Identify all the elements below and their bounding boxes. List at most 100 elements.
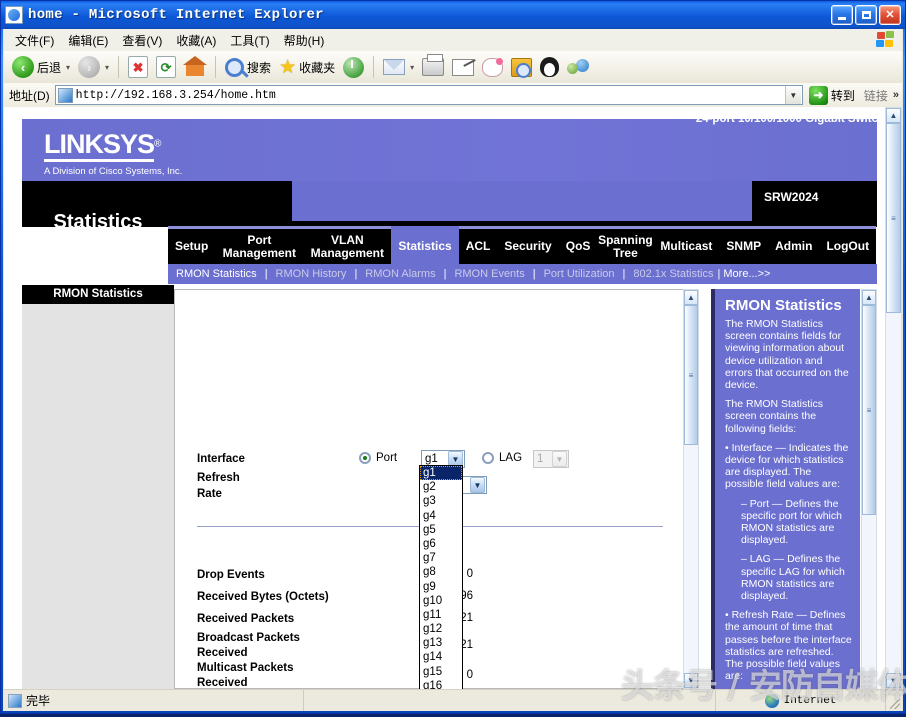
refresh-button[interactable]: ⟳ <box>152 55 180 79</box>
dropdown-option[interactable]: g14 <box>420 650 462 664</box>
nav-tab-admin[interactable]: Admin <box>768 226 820 264</box>
help-scroll-thumb[interactable]: ≡ <box>862 305 876 515</box>
chevron-down-icon[interactable]: ▼ <box>470 477 485 493</box>
nav-tab-vlan-management[interactable]: VLAN Management <box>303 226 392 264</box>
subnav-more-link[interactable]: | More...>> <box>717 268 770 280</box>
dropdown-option[interactable]: g13 <box>420 636 462 650</box>
subnav-rmon-events[interactable]: RMON Events <box>454 268 524 280</box>
resize-grip[interactable] <box>886 690 902 711</box>
dropdown-option[interactable]: g8 <box>420 565 462 579</box>
go-button[interactable]: ➜ 转到 <box>808 85 855 105</box>
forward-button[interactable]: › ▾ <box>74 55 113 79</box>
subnav-rmon-alarms[interactable]: RMON Alarms <box>365 268 435 280</box>
subnav-port-utilization[interactable]: Port Utilization <box>544 268 615 280</box>
scroll-down-icon[interactable]: ▼ <box>684 673 698 688</box>
kitty-button[interactable] <box>478 57 507 78</box>
menu-file[interactable]: 文件(F) <box>8 30 61 51</box>
subnav-rmon-history[interactable]: RMON History <box>276 268 347 280</box>
menu-view[interactable]: 查看(V) <box>115 30 169 51</box>
scroll-down-icon[interactable]: ▼ <box>886 673 901 688</box>
nav-tab-security[interactable]: Security <box>497 226 559 264</box>
dropdown-option[interactable]: g6 <box>420 537 462 551</box>
favorites-button[interactable]: ★ 收藏夹 <box>275 57 339 78</box>
dropdown-option[interactable]: g12 <box>420 622 462 636</box>
menu-favorites[interactable]: 收藏(A) <box>169 30 223 51</box>
back-button[interactable]: ‹ 后退 ▾ <box>8 55 74 79</box>
port-radio-button[interactable] <box>359 452 371 464</box>
nav-tab-spanning-tree[interactable]: Spanning Tree <box>597 226 654 264</box>
subnav-sep-5: | <box>622 268 626 280</box>
refresh-icon: ⟳ <box>156 56 177 78</box>
security-zone[interactable]: Internet <box>716 690 886 711</box>
dropdown-option[interactable]: g2 <box>420 480 462 494</box>
scroll-up-icon[interactable]: ▲ <box>684 290 698 305</box>
zone-label: Internet <box>783 694 837 707</box>
address-dropdown-icon[interactable]: ▼ <box>784 86 801 104</box>
page-scroll-track[interactable]: ≡ <box>886 123 901 673</box>
scroll-up-icon[interactable]: ▲ <box>862 290 876 305</box>
dropdown-option[interactable]: g16 <box>420 679 462 689</box>
edit-button[interactable] <box>448 58 478 77</box>
forward-dropdown-icon[interactable]: ▾ <box>105 63 109 72</box>
maximize-button[interactable] <box>855 5 877 25</box>
print-button[interactable] <box>418 54 448 77</box>
home-icon <box>183 56 208 77</box>
links-more-icon[interactable]: » <box>893 89 899 101</box>
page-scroll-thumb[interactable]: ≡ <box>886 123 901 313</box>
nav-tab-multicast[interactable]: Multicast <box>653 226 720 264</box>
dropdown-option[interactable]: g4 <box>420 509 462 523</box>
links-label[interactable]: 链接 <box>864 87 888 104</box>
linksys-banner: LINKSYS® A Division of Cisco Systems, In… <box>22 119 877 181</box>
dropdown-option[interactable]: g7 <box>420 551 462 565</box>
dictionary-button[interactable] <box>507 57 536 78</box>
sidebar-item-rmon-statistics[interactable]: RMON Statistics <box>22 285 174 304</box>
window-title: home - Microsoft Internet Explorer <box>28 7 324 23</box>
page-scrollbar[interactable]: ▲ ≡ ▼ <box>885 107 902 689</box>
close-button[interactable]: ✕ <box>879 5 901 25</box>
qq-button[interactable] <box>536 56 563 78</box>
mail-dropdown-icon[interactable]: ▾ <box>410 63 414 72</box>
stop-button[interactable]: ✖ <box>124 55 152 79</box>
nav-tab-port-management[interactable]: Port Management <box>215 226 304 264</box>
subnav-8021x-statistics[interactable]: 802.1x Statistics <box>633 268 713 280</box>
nav-tab-statistics[interactable]: Statistics <box>391 226 459 264</box>
scroll-up-icon[interactable]: ▲ <box>886 108 901 123</box>
dropdown-option[interactable]: g1 <box>420 466 462 481</box>
search-button[interactable]: 搜索 <box>221 57 275 78</box>
menu-help[interactable]: 帮助(H) <box>277 30 332 51</box>
subnav-rmon-statistics[interactable]: RMON Statistics <box>176 268 257 280</box>
content-scrollbar[interactable]: ▲ ≡ ▼ <box>683 289 699 689</box>
dropdown-option[interactable]: g10 <box>420 594 462 608</box>
menu-edit[interactable]: 编辑(E) <box>61 30 115 51</box>
port-select-dropdown-list[interactable]: g1 g2 g3 g4 g5 g6 g7 g8 g9 g10 g11 g12 g… <box>419 465 463 689</box>
lag-radio-group[interactable]: LAG <box>482 452 522 464</box>
port-radio-group[interactable]: Port <box>359 452 397 464</box>
home-button[interactable] <box>180 56 210 78</box>
dropdown-option[interactable]: g5 <box>420 523 462 537</box>
history-button[interactable] <box>339 56 368 79</box>
minimize-button[interactable] <box>831 5 853 25</box>
back-dropdown-icon[interactable]: ▾ <box>66 63 70 72</box>
nav-tab-snmp[interactable]: SNMP <box>719 226 769 264</box>
dropdown-option[interactable]: g3 <box>420 494 462 508</box>
menu-tools[interactable]: 工具(T) <box>223 30 276 51</box>
chevron-down-icon[interactable]: ▼ <box>552 451 567 467</box>
lag-select[interactable]: 1 ▼ <box>533 450 569 468</box>
toolbar-separator-2 <box>215 56 217 78</box>
nav-tab-qos[interactable]: QoS <box>558 226 598 264</box>
nav-tab-setup[interactable]: Setup <box>168 226 216 264</box>
content-scroll-track[interactable]: ≡ <box>684 305 698 673</box>
nav-tab-acl[interactable]: ACL <box>458 226 498 264</box>
nav-tab-logout[interactable]: LogOut <box>819 226 877 264</box>
dropdown-option[interactable]: g9 <box>420 580 462 594</box>
mail-button[interactable]: ▾ <box>379 58 418 76</box>
model-number: SRW2024 <box>764 190 819 204</box>
content-scroll-thumb[interactable]: ≡ <box>684 305 698 445</box>
help-scroll-track[interactable]: ≡ <box>862 305 876 688</box>
dropdown-option[interactable]: g15 <box>420 665 462 679</box>
lag-radio-button[interactable] <box>482 452 494 464</box>
dropdown-option[interactable]: g11 <box>420 608 462 622</box>
address-input[interactable]: http://192.168.3.254/home.htm ▼ <box>54 85 803 105</box>
help-scrollbar[interactable]: ▲ ≡ <box>861 289 877 689</box>
messenger-button[interactable] <box>563 57 593 78</box>
